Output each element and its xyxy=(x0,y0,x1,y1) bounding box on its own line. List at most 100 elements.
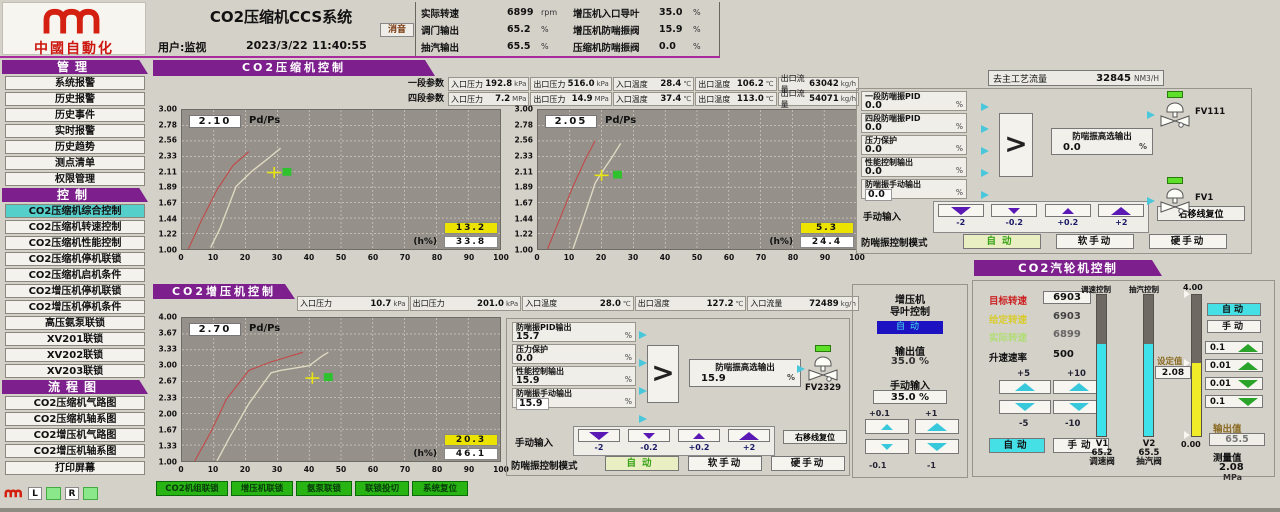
pressure-fill xyxy=(1192,363,1201,436)
x-axis-tick: 70 xyxy=(400,253,410,262)
x-axis-tick: 10 xyxy=(564,253,574,262)
x-axis-tick: 40 xyxy=(660,253,670,262)
sidebar-item[interactable]: 实时报警 xyxy=(5,124,145,138)
interlock-button[interactable]: 系统复位 xyxy=(412,481,468,496)
sidebar-item[interactable]: XV202联锁 xyxy=(5,348,145,362)
speed-adjust-button[interactable] xyxy=(999,400,1051,414)
sidebar-item[interactable]: CO2增压机停机联锁 xyxy=(5,284,145,298)
high-select-output: 防喘振高选输出 0.0% xyxy=(1051,128,1153,155)
sidebar-item[interactable]: CO2压缩机气路图 xyxy=(5,396,145,410)
igv-adjust-button[interactable] xyxy=(915,439,959,454)
igv-adjust-button[interactable] xyxy=(865,419,909,434)
sidebar-item[interactable]: CO2压缩机性能控制 xyxy=(5,236,145,250)
surge-input-unit: % xyxy=(625,353,632,362)
surge-input-value[interactable]: 15.9 xyxy=(516,398,549,410)
manual-adjust-button[interactable] xyxy=(628,429,670,442)
sidebar-item[interactable]: CO2增压机轴系图 xyxy=(5,444,145,458)
manual-adjust-button[interactable] xyxy=(728,429,770,442)
mode-button-软手动[interactable]: 软手动 xyxy=(1056,234,1134,249)
sidebar-item[interactable]: 历史趋势 xyxy=(5,140,145,154)
mode-button-硬手动[interactable]: 硬手动 xyxy=(771,456,845,471)
control-valve-FV111: FV111 xyxy=(1157,91,1243,129)
print-screen-button[interactable]: 打印屏幕 xyxy=(5,461,145,475)
mode-button-自动[interactable]: 自动 xyxy=(1207,303,1261,316)
param-label: 出口压力 xyxy=(533,94,571,105)
sidebar-item[interactable]: XV203联锁 xyxy=(5,364,145,378)
sidebar: 管理系统报警历史报警历史事件实时报警历史趋势测点清单权限管理控制CO2压缩机综合… xyxy=(0,58,150,475)
manual-step-group: -2-0.2+0.2+2 xyxy=(933,201,1149,233)
surge-input-value[interactable]: 0.0 xyxy=(865,189,892,201)
sidebar-item[interactable]: 历史报警 xyxy=(5,92,145,106)
manual-step-cell: -2 xyxy=(934,202,988,232)
pressure-step-button[interactable]: 0.01 xyxy=(1205,359,1263,372)
igv-mode-button[interactable]: 自动 xyxy=(877,321,943,334)
sidebar-item[interactable]: 权限管理 xyxy=(5,172,145,186)
mode-button-自动[interactable]: 自动 xyxy=(605,456,679,471)
manual-step-label: -2 xyxy=(595,442,604,453)
mode-button-软手动[interactable]: 软手动 xyxy=(688,456,762,471)
governor-valve-slider[interactable] xyxy=(1096,294,1107,437)
flow-value: 32845 xyxy=(1096,73,1131,84)
manual-adjust-button[interactable] xyxy=(938,204,984,217)
sidebar-item[interactable]: 高压氨泵联锁 xyxy=(5,316,145,330)
mode-button-自动[interactable]: 自动 xyxy=(989,438,1045,453)
pressure-step-button[interactable]: 0.01 xyxy=(1205,377,1263,390)
igv-adjust-button[interactable] xyxy=(865,439,909,454)
surge-input: 性能控制输出15.9% xyxy=(512,366,636,386)
mode-button-手动[interactable]: 手动 xyxy=(1207,320,1261,333)
pressure-setpoint-slider[interactable] xyxy=(1191,294,1202,437)
pressure-step-button[interactable]: 0.1 xyxy=(1205,341,1263,354)
surge-margin-value: 5.3 xyxy=(800,222,854,234)
left-screen-button[interactable]: L xyxy=(28,487,42,500)
param-unit: MPa xyxy=(595,95,609,103)
interlock-button[interactable]: 联锁投切 xyxy=(355,481,409,496)
date-display: 2023/3/22 xyxy=(246,39,308,52)
y-axis-tick: 1.00 xyxy=(514,246,533,255)
pressure-setpoint-value[interactable]: 2.08 xyxy=(1155,366,1191,379)
x-axis-tick: 10 xyxy=(208,253,218,262)
speed-adjust-button[interactable] xyxy=(999,380,1051,394)
control-valve-FV1: FV1 xyxy=(1157,177,1243,215)
igv-adjust-button[interactable] xyxy=(915,419,959,434)
igv-manual-input[interactable]: 35.0 % xyxy=(873,390,947,404)
sidebar-item[interactable]: 历史事件 xyxy=(5,108,145,122)
step-value: 0.01 xyxy=(1210,379,1231,389)
mute-alarm-button[interactable]: 消音 xyxy=(380,23,414,37)
x-axis-tick: 90 xyxy=(464,253,474,262)
param-unit: % xyxy=(693,25,717,34)
sidebar-item[interactable]: CO2压缩机停机联锁 xyxy=(5,252,145,266)
manual-step-label: +2 xyxy=(1115,217,1127,228)
y-axis-tick: 2.56 xyxy=(514,136,533,145)
sidebar-item[interactable]: CO2压缩机转速控制 xyxy=(5,220,145,234)
sidebar-item[interactable]: XV201联锁 xyxy=(5,332,145,346)
right-screen-button[interactable]: R xyxy=(65,487,79,500)
interlock-button[interactable]: CO2机组联锁 xyxy=(156,481,228,496)
sidebar-item[interactable]: CO2压缩机综合控制 xyxy=(5,204,145,218)
sidebar-item[interactable]: 测点清单 xyxy=(5,156,145,170)
high-select-operator: > xyxy=(999,113,1033,177)
manual-adjust-button[interactable] xyxy=(1045,204,1091,217)
interlock-button[interactable]: 增压机联锁 xyxy=(231,481,293,496)
line-reset-button[interactable]: 右移线复位 xyxy=(783,430,847,444)
manual-adjust-button[interactable] xyxy=(578,429,620,442)
manual-adjust-button[interactable] xyxy=(991,204,1037,217)
pressure-step-button[interactable]: 0.1 xyxy=(1205,395,1263,408)
valve-name: 调速阀 xyxy=(1079,458,1125,467)
manual-adjust-button[interactable] xyxy=(1098,204,1144,217)
manual-adjust-button[interactable] xyxy=(678,429,720,442)
process-param-cell: 入口温度28.4℃ xyxy=(613,77,694,91)
sidebar-item[interactable]: CO2压缩机轴系图 xyxy=(5,412,145,426)
sidebar-item[interactable]: 系统报警 xyxy=(5,76,145,90)
up-triangle-icon xyxy=(1238,344,1258,352)
extraction-valve-slider[interactable] xyxy=(1143,294,1154,437)
h-percent-label: (h%) xyxy=(413,237,437,247)
y-axis-tick: 1.89 xyxy=(514,183,533,192)
sidebar-section-title: 控制 xyxy=(2,188,148,202)
sidebar-item[interactable]: CO2增压机气路图 xyxy=(5,428,145,442)
sidebar-item[interactable]: CO2压缩机启机条件 xyxy=(5,268,145,282)
interlock-button[interactable]: 氨泵联锁 xyxy=(296,481,352,496)
sidebar-item[interactable]: CO2增压机停机条件 xyxy=(5,300,145,314)
surge-input-label: 压力保护 xyxy=(516,345,632,354)
mode-button-自动[interactable]: 自动 xyxy=(963,234,1041,249)
mode-button-硬手动[interactable]: 硬手动 xyxy=(1149,234,1227,249)
